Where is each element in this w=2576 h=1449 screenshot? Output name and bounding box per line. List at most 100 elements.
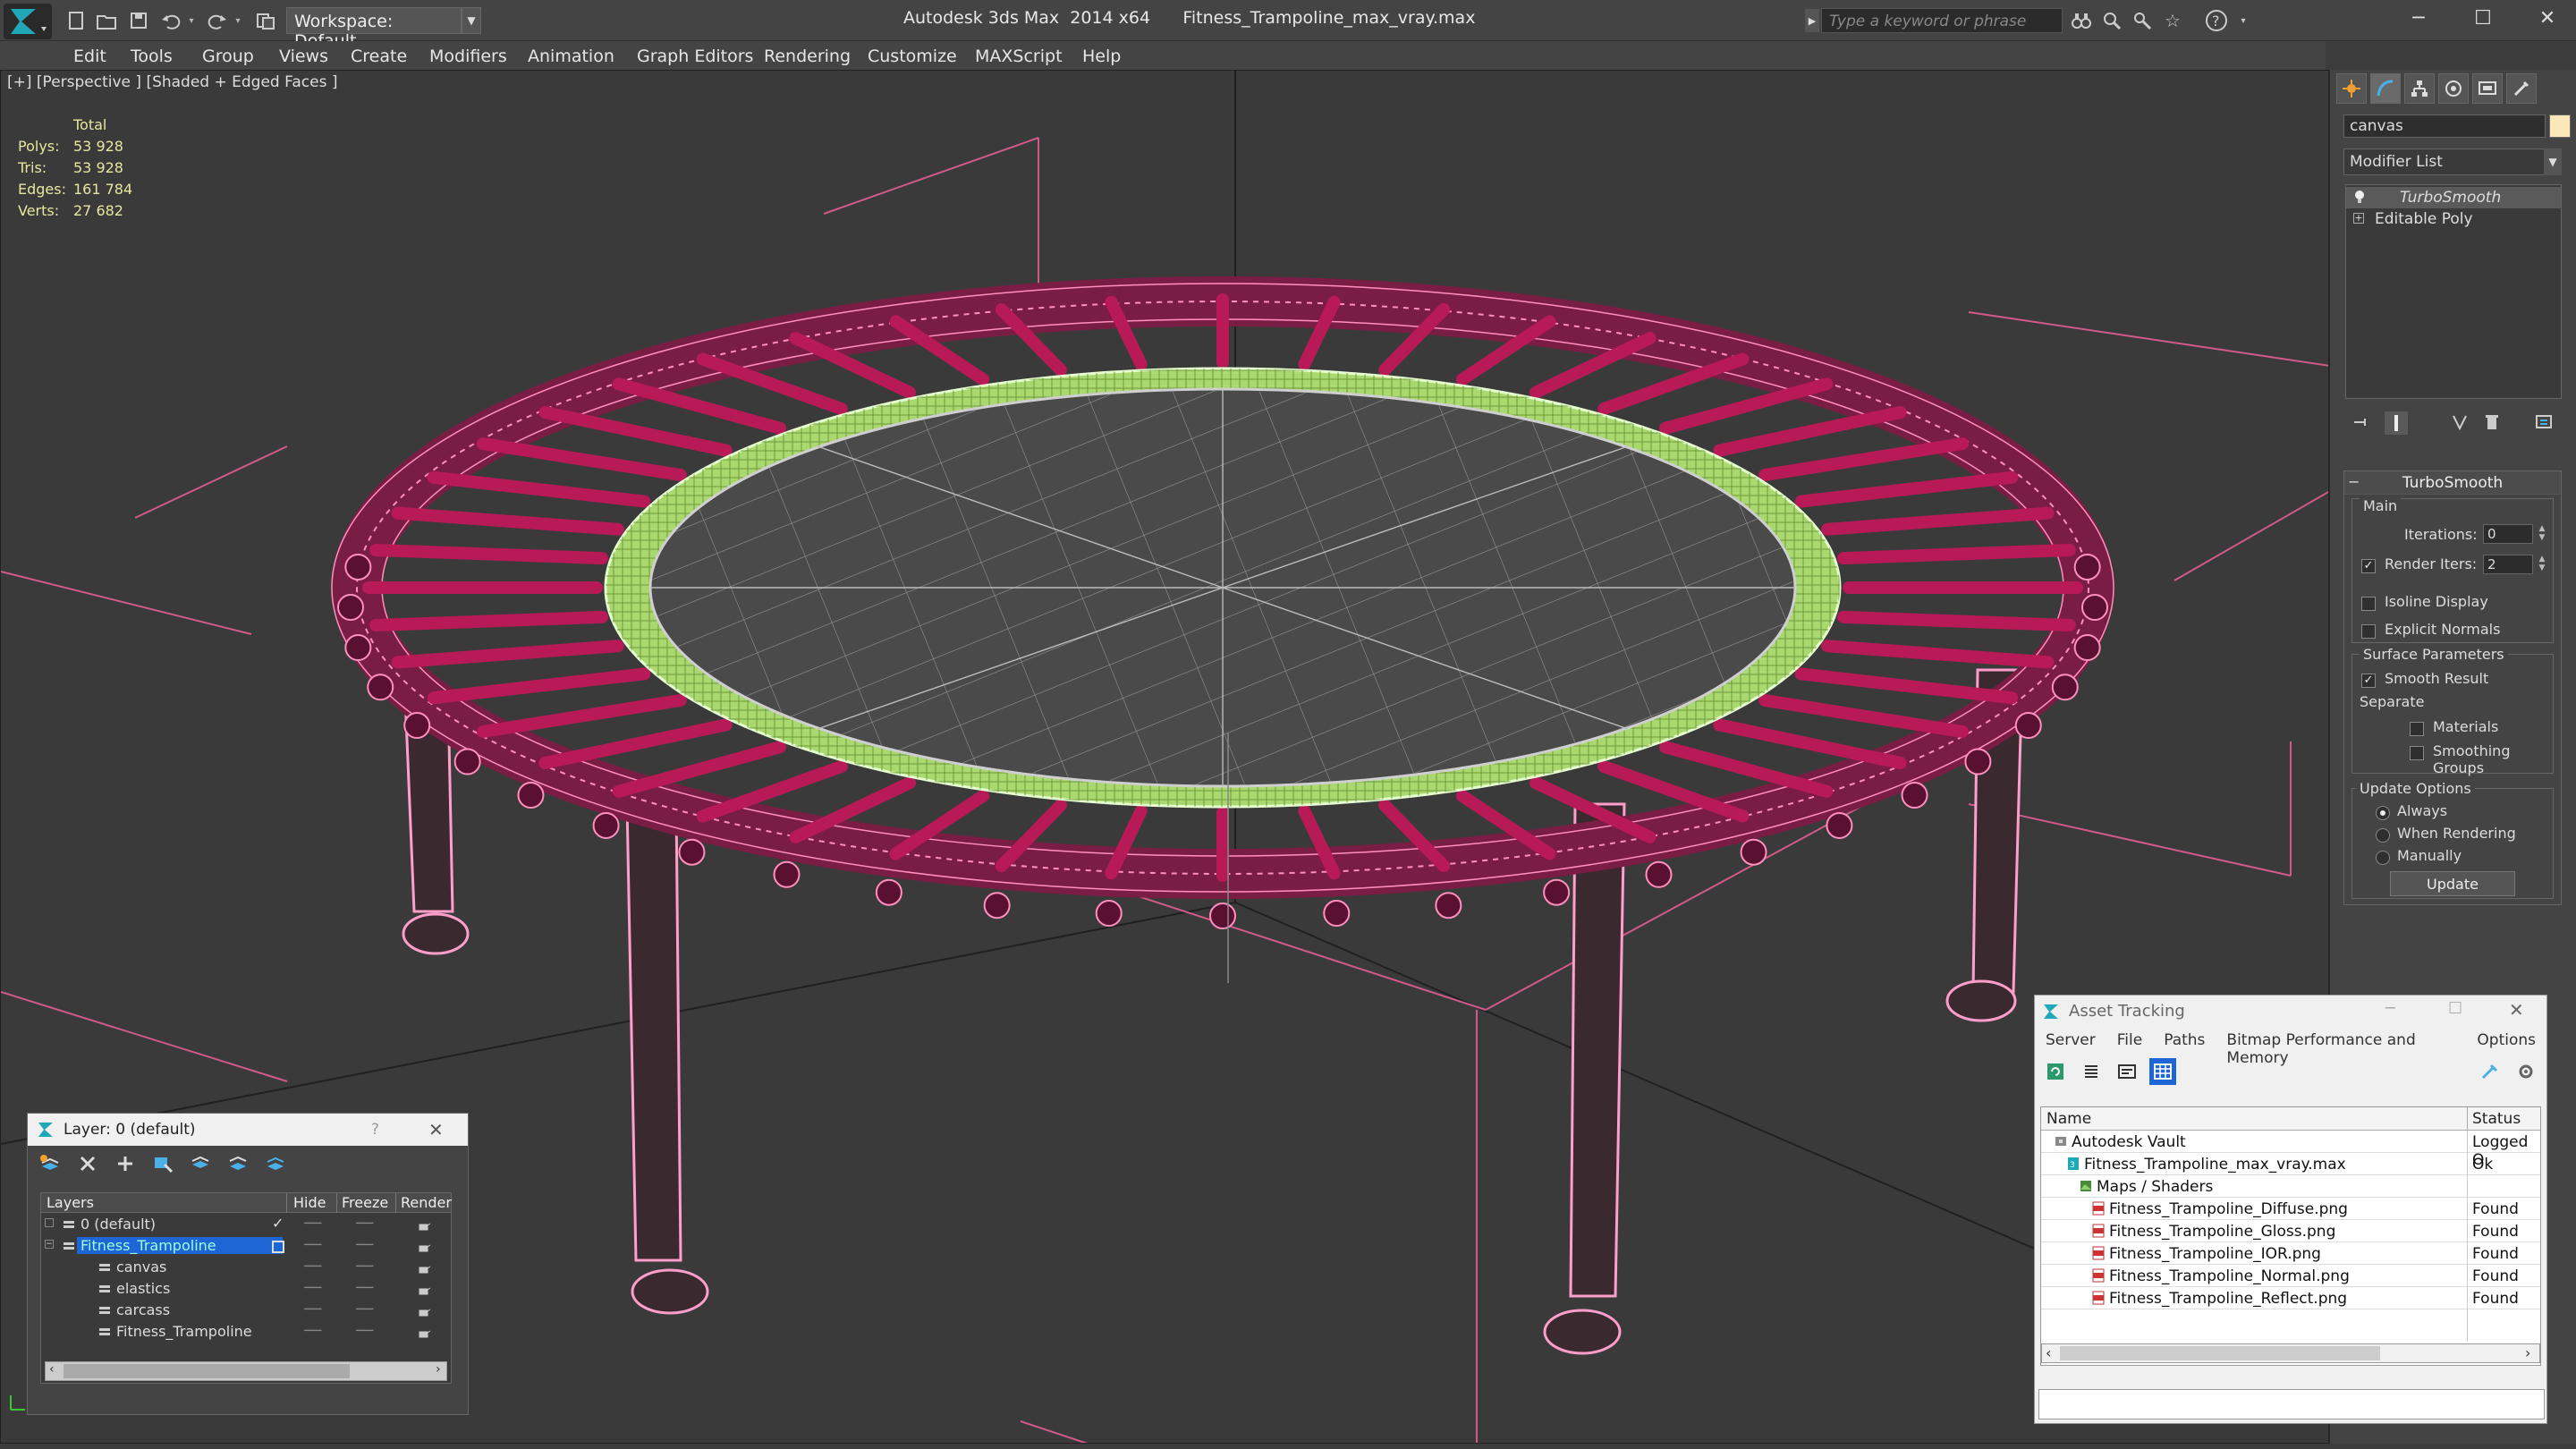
hide-toggle-icon[interactable]: ── bbox=[304, 1301, 321, 1318]
stack-item-turbosmooth[interactable]: TurboSmooth bbox=[2346, 187, 2561, 208]
menu-modifiers[interactable]: Modifiers bbox=[429, 43, 507, 70]
col-status[interactable]: Status bbox=[2472, 1110, 2521, 1128]
undo-icon[interactable] bbox=[159, 9, 182, 32]
help-dropdown-icon[interactable]: ▾ bbox=[2236, 9, 2250, 32]
close-window-button[interactable]: ✕ bbox=[2515, 0, 2576, 36]
settings-icon[interactable] bbox=[2512, 1058, 2539, 1085]
open-file-icon[interactable] bbox=[95, 9, 118, 32]
asset-row[interactable]: Fitness_Trampoline_IOR.png Found bbox=[2041, 1242, 2540, 1265]
iterations-spinner-arrows-icon[interactable]: ▲ ▼ bbox=[2535, 524, 2549, 544]
layer-dialog-header[interactable]: Layer: 0 (default) ? ✕ bbox=[28, 1114, 468, 1146]
search-input[interactable]: Type a keyword or phrase bbox=[1821, 8, 2063, 33]
col-freeze[interactable]: Freeze bbox=[342, 1194, 388, 1211]
menu-maxscript[interactable]: MAXScript bbox=[975, 43, 1063, 70]
menu-animation[interactable]: Animation bbox=[528, 43, 614, 70]
stack-item-editable-poly[interactable]: + Editable Poly bbox=[2346, 208, 2561, 230]
search-expand-icon[interactable]: ▶ bbox=[1805, 9, 1819, 32]
new-file-icon[interactable] bbox=[64, 9, 88, 32]
asset-minimize-button[interactable]: ─ bbox=[2385, 999, 2395, 1018]
asset-row[interactable]: Maps / Shaders bbox=[2041, 1175, 2540, 1198]
when-rendering-radio[interactable] bbox=[2376, 826, 2390, 843]
asset-path-field[interactable] bbox=[2038, 1389, 2545, 1419]
remove-modifier-icon[interactable] bbox=[2483, 413, 2501, 435]
highlight-selected-layer-icon[interactable] bbox=[187, 1151, 214, 1176]
modifier-list-arrow-icon[interactable]: ▼ bbox=[2544, 148, 2562, 175]
scroll-left-icon[interactable]: ‹ bbox=[49, 1362, 55, 1377]
freeze-toggle-icon[interactable]: ── bbox=[356, 1258, 373, 1275]
menu-group[interactable]: Group bbox=[202, 43, 254, 70]
menu-create[interactable]: Create bbox=[351, 43, 407, 70]
table-view-icon[interactable] bbox=[2149, 1058, 2176, 1085]
layer-name[interactable]: canvas bbox=[113, 1258, 170, 1275]
iterations-spinner[interactable]: 0 bbox=[2483, 524, 2533, 544]
smoothing-groups-checkbox[interactable] bbox=[2410, 743, 2424, 760]
modifier-list-dropdown[interactable]: Modifier List bbox=[2343, 148, 2562, 175]
lightbulb-icon[interactable] bbox=[2353, 190, 2366, 208]
redo-icon[interactable] bbox=[206, 9, 229, 32]
asset-row[interactable]: Fitness_Trampoline_Reflect.png Found bbox=[2041, 1287, 2540, 1309]
collapse-minus-icon[interactable]: − bbox=[2348, 473, 2360, 490]
render-teapot-icon[interactable] bbox=[417, 1240, 431, 1257]
create-tab-icon[interactable] bbox=[2336, 73, 2367, 104]
render-teapot-icon[interactable] bbox=[417, 1326, 431, 1343]
render-teapot-icon[interactable] bbox=[417, 1261, 431, 1278]
isoline-display-checkbox[interactable] bbox=[2361, 594, 2376, 611]
viewport-label[interactable]: [+] [Perspective ] [Shaded + Edged Faces… bbox=[7, 73, 337, 91]
col-render[interactable]: Render bbox=[401, 1194, 452, 1211]
object-color-swatch[interactable] bbox=[2549, 114, 2571, 138]
maximize-button[interactable]: ☐ bbox=[2451, 0, 2515, 36]
motion-tab-icon[interactable] bbox=[2438, 73, 2469, 104]
scroll-right-icon[interactable]: › bbox=[436, 1362, 441, 1377]
menu-edit[interactable]: Edit bbox=[73, 43, 106, 70]
expand-toggle-icon[interactable] bbox=[45, 1218, 54, 1227]
layer-name[interactable]: elastics bbox=[113, 1280, 174, 1297]
always-radio[interactable] bbox=[2376, 803, 2390, 820]
help-button[interactable]: ? bbox=[371, 1121, 379, 1139]
workspace-dropdown-arrow-icon[interactable]: ▼ bbox=[462, 7, 481, 34]
layer-horizontal-scrollbar[interactable]: ‹ › bbox=[45, 1361, 447, 1381]
asset-row[interactable]: 3 Fitness_Trampoline_max_vray.max Ok bbox=[2041, 1153, 2540, 1175]
asset-menu-paths[interactable]: Paths bbox=[2164, 1031, 2205, 1051]
freeze-toggle-icon[interactable]: ── bbox=[356, 1236, 373, 1253]
menu-help[interactable]: Help bbox=[1082, 43, 1121, 70]
scroll-thumb[interactable] bbox=[64, 1364, 350, 1378]
expand-plus-icon[interactable]: + bbox=[2353, 213, 2364, 224]
current-layer-box-icon[interactable] bbox=[272, 1241, 284, 1253]
asset-row[interactable]: Autodesk Vault Logged O bbox=[2041, 1131, 2540, 1169]
layer-row[interactable]: 0 (default) ✓ ── ── bbox=[41, 1215, 451, 1236]
undo-dropdown-icon[interactable]: ▾ bbox=[184, 9, 199, 32]
render-iters-spinner[interactable]: 2 bbox=[2483, 555, 2533, 574]
workspace-dropdown[interactable]: Workspace: Default bbox=[286, 7, 462, 51]
hierarchy-tab-icon[interactable] bbox=[2404, 73, 2435, 104]
redo-dropdown-icon[interactable]: ▾ bbox=[231, 9, 245, 32]
pin-stack-icon[interactable] bbox=[2352, 413, 2370, 435]
layer-name[interactable]: carcass bbox=[113, 1301, 174, 1318]
hide-toggle-icon[interactable]: ── bbox=[304, 1236, 321, 1253]
freeze-toggle-icon[interactable]: ── bbox=[356, 1279, 373, 1296]
menu-views[interactable]: Views bbox=[279, 43, 328, 70]
select-objects-in-layer-icon[interactable] bbox=[149, 1151, 176, 1176]
asset-row[interactable]: Fitness_Trampoline_Gloss.png Found bbox=[2041, 1220, 2540, 1242]
binoculars-icon[interactable] bbox=[2068, 9, 2095, 32]
render-iters-spinner-arrows-icon[interactable]: ▲ ▼ bbox=[2535, 555, 2549, 574]
hide-all-layers-icon[interactable] bbox=[225, 1151, 251, 1176]
project-folder-icon[interactable] bbox=[254, 9, 277, 32]
hide-toggle-icon[interactable]: ── bbox=[304, 1322, 321, 1339]
hide-toggle-icon[interactable]: ── bbox=[304, 1279, 321, 1296]
detail-view-icon[interactable] bbox=[2114, 1058, 2140, 1085]
scroll-left-icon[interactable]: ‹ bbox=[2046, 1344, 2051, 1361]
app-logo-icon[interactable] bbox=[4, 4, 52, 39]
scroll-right-icon[interactable]: › bbox=[2525, 1344, 2530, 1361]
menu-graph-editors[interactable]: Graph Editors bbox=[637, 43, 753, 70]
communication-center-icon[interactable] bbox=[2129, 9, 2156, 32]
materials-checkbox[interactable] bbox=[2410, 719, 2424, 736]
current-layer-check-icon[interactable]: ✓ bbox=[272, 1215, 284, 1232]
layer-row[interactable]: Fitness_Trampoline ── ── bbox=[41, 1322, 451, 1343]
object-name-field[interactable]: canvas bbox=[2343, 114, 2546, 138]
scroll-thumb[interactable] bbox=[2060, 1346, 2380, 1360]
asset-row[interactable]: Fitness_Trampoline_Normal.png Found bbox=[2041, 1265, 2540, 1287]
render-teapot-icon[interactable] bbox=[417, 1283, 431, 1300]
refresh-icon[interactable] bbox=[2042, 1058, 2069, 1085]
layer-name[interactable]: Fitness_Trampoline bbox=[113, 1323, 256, 1340]
add-to-layer-icon[interactable] bbox=[112, 1151, 139, 1176]
